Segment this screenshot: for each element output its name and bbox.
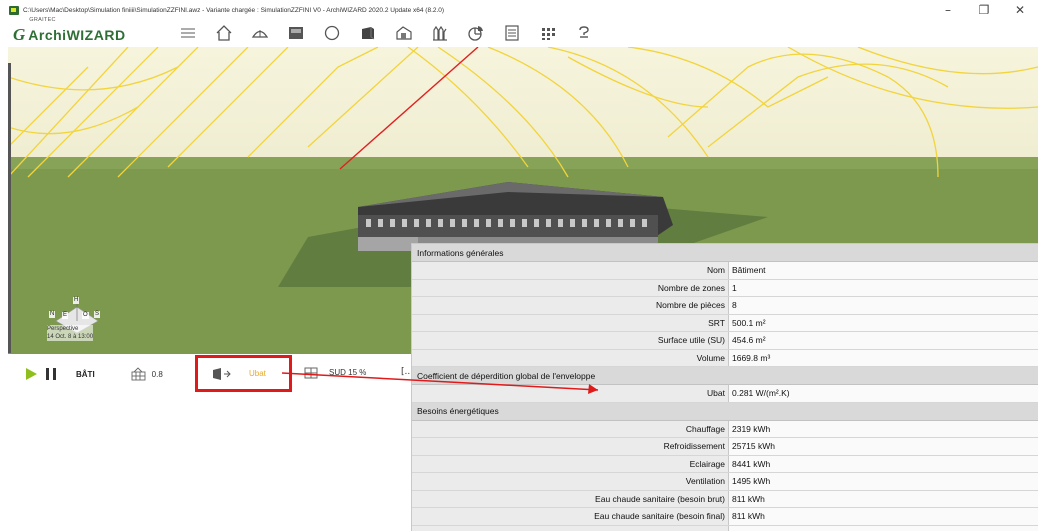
ubat-highlight[interactable]: Ubat	[195, 355, 292, 392]
row-value: 1669.8 m³	[729, 349, 1038, 366]
ratio-value: 0.8	[151, 369, 163, 379]
row-value: 454.6 m²	[729, 332, 1038, 349]
info-row-su: Surface utile (SU) 454.6 m²	[412, 332, 1038, 350]
info-row-ventilation: Ventilation 1495 kWh	[412, 473, 1038, 491]
row-value: 1	[729, 279, 1038, 296]
info-row-zones: Nombre de zones 1	[412, 279, 1038, 297]
view-mode-label: Perspective	[47, 326, 79, 332]
block-icon[interactable]	[350, 20, 386, 46]
wall-panel-icon[interactable]	[278, 20, 314, 46]
house-icon[interactable]	[206, 20, 242, 46]
close-button[interactable]: ✕	[1002, 0, 1038, 20]
row-key: Chauffage	[412, 420, 729, 437]
title-bar: C:\Users\Mac\Desktop\Simulation finiiii\…	[0, 0, 1038, 20]
main-toolbar: G GRAITEC ArchiWIZARD	[0, 17, 1038, 46]
row-key: Nombre de pièces	[412, 297, 729, 314]
row-key: Taux de couverture solaire	[412, 525, 729, 531]
question-icon[interactable]	[566, 20, 602, 46]
info-row-refroidissement: Refroidissement 25715 kWh	[412, 438, 1038, 456]
app-icon	[9, 5, 19, 15]
row-value: 8	[729, 297, 1038, 314]
view-info: Perspective 14 Oct. 8 à 13:00	[47, 325, 94, 341]
info-row-eclairage: Eclairage 8441 kWh	[412, 455, 1038, 473]
maximize-button[interactable]: ❐	[966, 0, 1002, 20]
row-key: Eau chaude sanitaire (besoin final)	[412, 508, 729, 525]
row-value: 0.281 W/(m².K)	[729, 385, 1038, 402]
logo-brand: GRAITEC	[29, 17, 56, 23]
simulation-bar: BÂTI 0.8 Ubat SUD 15 % [...	[8, 355, 413, 393]
info-row-ecs-brut: Eau chaude sanitaire (besoin brut) 811 kW…	[412, 490, 1038, 508]
row-key: Ubat	[412, 385, 729, 402]
row-value: 500.1 m²	[729, 314, 1038, 331]
row-value: 2319 kWh	[729, 420, 1038, 437]
building-info-panel: Informations générales Nom Bâtiment Nombr…	[411, 243, 1038, 531]
logo-letter: G	[13, 25, 26, 44]
building-grid-icon[interactable]	[131, 367, 146, 381]
compass-e: E	[62, 312, 69, 319]
circle-icon[interactable]	[314, 20, 350, 46]
row-key: Eclairage	[412, 455, 729, 472]
row-key: Ventilation	[412, 473, 729, 490]
info-row-ecs-final: Eau chaude sanitaire (besoin final) 811 k…	[412, 508, 1038, 526]
row-key: Volume	[412, 349, 729, 366]
info-row-pieces: Nombre de pièces 8	[412, 297, 1038, 315]
dome-icon[interactable]	[242, 20, 278, 46]
info-row-chauffage: Chauffage 2319 kWh	[412, 420, 1038, 438]
row-value: 811 kWh	[729, 490, 1038, 507]
info-row-nom: Nom Bâtiment	[412, 262, 1038, 280]
bati-label[interactable]: BÂTI	[76, 370, 95, 379]
row-value: 0 %	[729, 525, 1038, 531]
archiwizard-logo: G GRAITEC ArchiWIZARD	[13, 17, 140, 44]
window-controls: – ❐ ✕	[930, 0, 1038, 20]
menu-icon[interactable]	[170, 20, 206, 46]
chart-pie-icon[interactable]	[458, 20, 494, 46]
row-key: Eau chaude sanitaire (besoin brut)	[412, 490, 729, 507]
view-datetime-label: 14 Oct. 8 à 13:00	[47, 334, 94, 340]
logo-product: ArchiWIZARD	[28, 27, 126, 43]
compass-n: N	[49, 311, 56, 318]
row-value: 811 kWh	[729, 508, 1038, 525]
info-row-solaire: Taux de couverture solaire0 %	[412, 525, 1038, 531]
info-row-volume: Volume 1669.8 m³	[412, 349, 1038, 367]
logo-text: GRAITEC ArchiWIZARD	[28, 17, 126, 44]
document-icon[interactable]	[494, 20, 530, 46]
row-key: Surface utile (SU)	[412, 332, 729, 349]
row-key: Nombre de zones	[412, 279, 729, 296]
viewport-edge	[8, 63, 11, 353]
archiwizard-window: C:\Users\Mac\Desktop\Simulation finiiii\…	[0, 0, 1038, 531]
row-value: Bâtiment	[729, 262, 1038, 279]
section-header-general: Informations générales	[412, 244, 1038, 262]
row-key: Nom	[412, 262, 729, 279]
compass-o: O	[82, 312, 89, 319]
row-key: Refroidissement	[412, 438, 729, 455]
wall-arrow-icon	[213, 367, 231, 380]
row-value: 8441 kWh	[729, 455, 1038, 472]
section-header-deperdition: Coefficient de déperdition global de l'e…	[412, 367, 1038, 385]
play-icon[interactable]	[24, 367, 38, 381]
ubat-label: Ubat	[249, 369, 266, 378]
toolbar-icons	[170, 20, 602, 46]
minimize-button[interactable]: –	[930, 0, 966, 20]
row-value: 25715 kWh	[729, 438, 1038, 455]
section-header-besoins: Besoins énergétiques	[412, 402, 1038, 421]
grid-dots-icon[interactable]	[530, 20, 566, 46]
info-row-ubat: Ubat 0.281 W/(m².K)	[412, 385, 1038, 403]
radiator-icon[interactable]	[422, 20, 458, 46]
info-row-srt: SRT 500.1 m²	[412, 314, 1038, 332]
compass-h: H	[73, 297, 80, 304]
sud-label[interactable]: SUD 15 %	[329, 368, 366, 377]
pause-icon[interactable]	[46, 368, 56, 380]
row-value: 1495 kWh	[729, 473, 1038, 490]
building-icon[interactable]	[386, 20, 422, 46]
row-key: SRT	[412, 314, 729, 331]
sun-ray	[339, 47, 479, 170]
window-title: C:\Users\Mac\Desktop\Simulation finiiii\…	[23, 6, 445, 14]
compass-s: S	[94, 311, 101, 318]
window-icon[interactable]	[304, 367, 318, 379]
